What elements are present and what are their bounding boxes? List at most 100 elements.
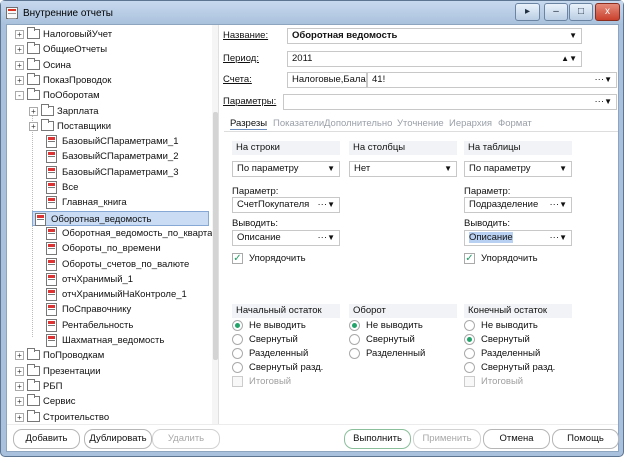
- parameters-dropdown-arrow-icon[interactable]: ▼: [604, 95, 612, 109]
- expand-icon[interactable]: +: [15, 351, 24, 361]
- tab-slices[interactable]: Разрезы: [230, 118, 268, 130]
- tree-folder-row[interactable]: - ПоОборотам: [7, 88, 207, 103]
- tree-report-row[interactable]: отчХранимыйНаКонтроле_1: [7, 287, 207, 302]
- tree-report-row[interactable]: ПоСправочнику: [7, 302, 207, 317]
- minimize-button[interactable]: –: [544, 3, 568, 21]
- rows-select-arrow-icon[interactable]: ▼: [327, 162, 335, 176]
- tree-report-row[interactable]: Обороты_по_времени: [7, 241, 207, 256]
- expand-icon[interactable]: +: [29, 106, 38, 116]
- tab-refinement[interactable]: Уточнение: [397, 118, 444, 129]
- expand-icon[interactable]: +: [15, 366, 24, 376]
- rows-parameter-field[interactable]: СчетПокупателя ··· ▼: [232, 197, 340, 213]
- accounts-dropdown-arrow-icon[interactable]: ▼: [604, 73, 612, 87]
- tree-folder-row[interactable]: + Поставщики: [7, 118, 207, 134]
- balance-radio[interactable]: [464, 348, 475, 359]
- tree-report-row[interactable]: Главная_книга: [7, 195, 207, 210]
- rows-output-more-icon[interactable]: ···: [318, 231, 328, 245]
- rows-select[interactable]: По параметру ▼: [232, 161, 340, 177]
- tree-folder-row[interactable]: + РБП: [7, 378, 207, 394]
- rows-output-field[interactable]: Описание ··· ▼: [232, 230, 340, 246]
- balance-radio[interactable]: [464, 362, 475, 373]
- tables-select[interactable]: По параметру ▼: [464, 161, 572, 177]
- expand-icon[interactable]: +: [29, 121, 38, 131]
- delete-button[interactable]: Удалить: [152, 429, 220, 449]
- accounts-filter-field[interactable]: Налоговые,Бала: [287, 72, 367, 88]
- tree-folder-row[interactable]: + Осина: [7, 57, 207, 73]
- tree-scrollbar[interactable]: [212, 25, 218, 424]
- add-button[interactable]: Добавить: [13, 429, 80, 449]
- close-button[interactable]: x: [595, 3, 620, 21]
- expand-icon[interactable]: +: [15, 381, 24, 391]
- tree-report-row[interactable]: Оборотная_ведомость_по_кварталам: [7, 226, 218, 241]
- balance-radio[interactable]: [464, 320, 475, 331]
- total-checkbox[interactable]: [464, 376, 475, 387]
- balance-radio[interactable]: [464, 334, 475, 345]
- tree-folder-row[interactable]: + ОбщиеОтчеты: [7, 42, 207, 57]
- tab-additional[interactable]: Дополнительно: [324, 118, 392, 129]
- tree-report-row[interactable]: отчХранимый_1: [7, 272, 207, 287]
- duplicate-button[interactable]: Дублировать: [84, 429, 152, 449]
- tree-report-row[interactable]: БазовыйСПараметрами_1: [7, 134, 207, 149]
- tree-folder-row[interactable]: + НалоговыйУчет: [7, 27, 207, 42]
- execute-button[interactable]: Выполнить: [344, 429, 411, 449]
- parameters-field[interactable]: ··· ▼: [283, 94, 617, 110]
- name-field[interactable]: Оборотная ведомость ▼: [287, 28, 582, 44]
- tree-report-row[interactable]: Все: [7, 180, 207, 195]
- tab-hierarchy[interactable]: Иерархия: [449, 118, 492, 129]
- tab-format[interactable]: Формат: [498, 118, 532, 129]
- balance-radio[interactable]: [349, 334, 360, 345]
- balance-radio[interactable]: [349, 348, 360, 359]
- tree-folder-row[interactable]: + Зарплата: [7, 103, 207, 119]
- title-bar[interactable]: Внутренние отчеты ▸ – □ x: [1, 1, 623, 25]
- tree-report-row[interactable]: БазовыйСПараметрами_2: [7, 149, 207, 164]
- balance-radio[interactable]: [232, 334, 243, 345]
- tree-scroll-thumb[interactable]: [213, 112, 218, 360]
- rows-parameter-arrow-icon[interactable]: ▼: [327, 198, 335, 212]
- expand-icon[interactable]: +: [15, 45, 24, 55]
- period-spin-icon[interactable]: ▲▼: [561, 52, 577, 66]
- accounts-more-icon[interactable]: ···: [595, 73, 605, 87]
- tables-output-arrow-icon[interactable]: ▼: [559, 231, 567, 245]
- tables-parameter-arrow-icon[interactable]: ▼: [559, 198, 567, 212]
- tree-folder-row[interactable]: + Презентации: [7, 363, 207, 379]
- tables-parameter-more-icon[interactable]: ···: [550, 198, 560, 212]
- columns-select-arrow-icon[interactable]: ▼: [444, 162, 452, 176]
- tree-report-row[interactable]: Обороты_счетов_по_валюте: [7, 257, 207, 272]
- tree-folder-row[interactable]: + ПоПроводкам: [7, 348, 207, 363]
- tree-report-row[interactable]: Шахматная_ведомость: [7, 333, 207, 348]
- tab-indicators[interactable]: Показатели: [273, 118, 324, 129]
- period-field[interactable]: 2011 ▲▼: [287, 51, 582, 67]
- tables-select-arrow-icon[interactable]: ▼: [559, 162, 567, 176]
- tree-folder-row[interactable]: + ПоказПроводок: [7, 72, 207, 88]
- tree-folder-row[interactable]: + Строительство: [7, 409, 207, 425]
- parameters-more-icon[interactable]: ···: [595, 95, 605, 109]
- expand-icon[interactable]: +: [15, 397, 24, 407]
- report-tree[interactable]: + НалоговыйУчет + ОбщиеОтчеты + Осина + ПоказПр…: [7, 25, 219, 424]
- rows-order-checkbox[interactable]: ✓: [232, 253, 243, 264]
- selected-tree-row[interactable]: Оборотная_ведомость: [32, 210, 209, 226]
- rows-output-arrow-icon[interactable]: ▼: [327, 231, 335, 245]
- menu-arrow-button[interactable]: ▸: [515, 3, 540, 21]
- apply-button[interactable]: Применить: [413, 429, 481, 449]
- tree-report-row[interactable]: Рентабельность: [7, 318, 207, 333]
- accounts-field[interactable]: 41! ··· ▼: [367, 72, 617, 88]
- balance-radio[interactable]: [349, 320, 360, 331]
- balance-radio[interactable]: [232, 362, 243, 373]
- help-button[interactable]: Помощь: [552, 429, 619, 449]
- tree-report-row[interactable]: БазовыйСПараметрами_3: [7, 165, 207, 180]
- tables-output-more-icon[interactable]: ···: [550, 231, 560, 245]
- columns-select[interactable]: Нет ▼: [349, 161, 457, 177]
- expand-icon[interactable]: +: [15, 412, 24, 422]
- total-checkbox[interactable]: [232, 376, 243, 387]
- balance-radio[interactable]: [232, 348, 243, 359]
- tables-parameter-field[interactable]: Подразделение ··· ▼: [464, 197, 572, 213]
- expand-icon[interactable]: +: [15, 60, 24, 70]
- expand-icon[interactable]: +: [15, 30, 24, 39]
- tree-folder-row[interactable]: + Сервис: [7, 394, 207, 409]
- name-dropdown-arrow-icon[interactable]: ▼: [569, 29, 577, 43]
- tables-order-checkbox[interactable]: ✓: [464, 253, 475, 264]
- tables-output-field[interactable]: Описание ··· ▼: [464, 230, 572, 246]
- expand-icon[interactable]: +: [15, 75, 24, 85]
- cancel-button[interactable]: Отмена: [483, 429, 550, 449]
- rows-parameter-more-icon[interactable]: ···: [318, 198, 328, 212]
